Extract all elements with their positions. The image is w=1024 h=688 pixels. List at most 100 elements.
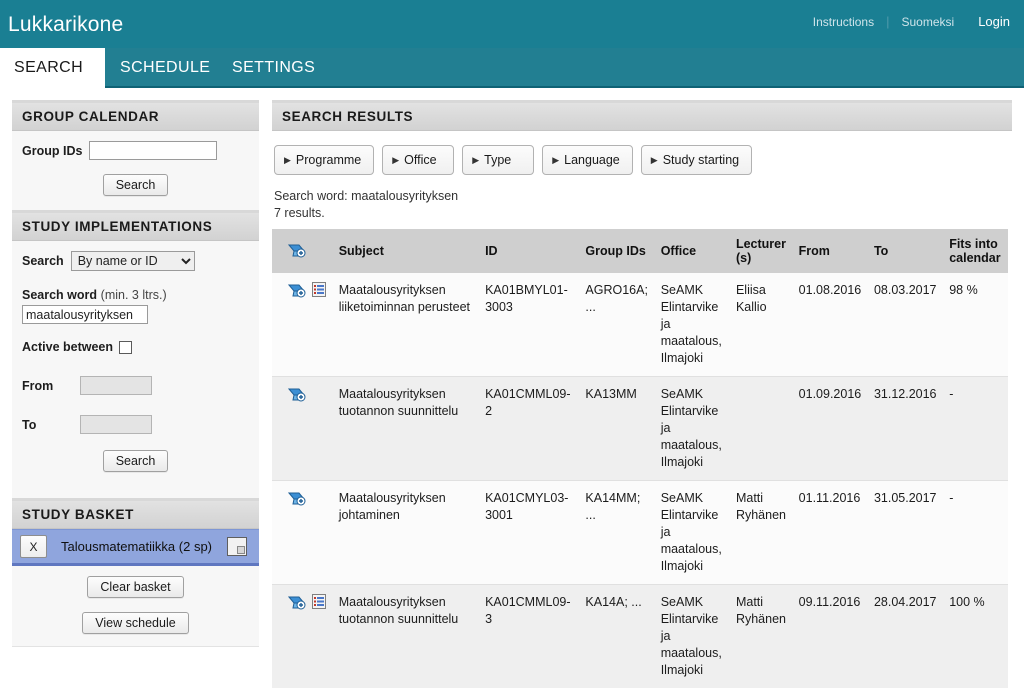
basket-item-label: Talousmatematiikka (2 sp)	[47, 539, 227, 554]
instructions-link[interactable]: Instructions	[801, 14, 886, 30]
table-row[interactable]: Maatalousyrityksen johtaminen KA01CMYL03…	[272, 481, 1008, 585]
cell-to: 31.12.2016	[870, 377, 945, 481]
row-details-cell[interactable]	[308, 273, 335, 377]
cell-group-ids: KA14A; ...	[581, 585, 656, 688]
study-implementations-search-button[interactable]: Search	[103, 450, 169, 472]
study-implementations-panel: Search By name or ID Search word (min. 3…	[12, 241, 259, 498]
row-add-cell[interactable]	[272, 585, 308, 688]
column-header-lecturer[interactable]: Lecturer (s)	[732, 229, 795, 273]
from-date-input[interactable]	[80, 376, 152, 395]
cell-to: 31.05.2017	[870, 481, 945, 585]
cell-office: SeAMK Elintarvike ja maatalous, Ilmajoki	[657, 273, 732, 377]
column-header-group-ids[interactable]: Group IDs	[581, 229, 656, 273]
row-details-cell[interactable]	[308, 585, 335, 688]
cell-office: SeAMK Elintarvike ja maatalous, Ilmajoki	[657, 585, 732, 688]
chevron-right-icon: ▶	[472, 156, 479, 165]
search-word-label: Search word	[22, 288, 97, 302]
tab-settings[interactable]: SETTINGS	[222, 48, 325, 88]
add-to-basket-icon[interactable]	[288, 594, 306, 610]
cell-subject: Maatalousyrityksen liiketoiminnan perust…	[335, 273, 481, 377]
column-header-office[interactable]: Office	[657, 229, 732, 273]
search-mode-select[interactable]: By name or ID	[71, 251, 195, 271]
filter-office-button[interactable]: ▶ Office	[382, 145, 454, 175]
cell-subject: Maatalousyrityksen johtaminen	[335, 481, 481, 585]
filter-language-button[interactable]: ▶ Language	[542, 145, 633, 175]
cell-lecturer	[732, 377, 795, 481]
cell-id: KA01CMML09-2	[481, 377, 581, 481]
cell-lecturer: Eliisa Kallio	[732, 273, 795, 377]
cell-from: 01.11.2016	[795, 481, 870, 585]
table-row[interactable]: Maatalousyrityksen liiketoiminnan perust…	[272, 273, 1008, 377]
row-add-cell[interactable]	[272, 377, 308, 481]
cell-from: 09.11.2016	[795, 585, 870, 688]
cell-group-ids: KA13MM	[581, 377, 656, 481]
filter-language-label: Language	[564, 153, 620, 167]
active-between-checkbox[interactable]	[119, 341, 132, 354]
cell-to: 08.03.2017	[870, 273, 945, 377]
login-link[interactable]: Login	[966, 14, 1018, 30]
add-to-basket-icon[interactable]	[288, 386, 306, 402]
row-details-cell	[308, 481, 335, 585]
cell-fits: 100 %	[945, 585, 1008, 688]
cell-id: KA01CMML09-3	[481, 585, 581, 688]
row-add-cell[interactable]	[272, 481, 308, 585]
to-date-input[interactable]	[80, 415, 152, 434]
chevron-right-icon: ▶	[392, 156, 399, 165]
search-word-input[interactable]	[22, 305, 148, 324]
active-between-label: Active between	[22, 340, 113, 354]
filter-office-label: Office	[404, 153, 436, 167]
column-header-id[interactable]: ID	[481, 229, 581, 273]
group-calendar-search-button[interactable]: Search	[103, 174, 169, 196]
column-header-from[interactable]: From	[795, 229, 870, 273]
filter-programme-button[interactable]: ▶ Programme	[274, 145, 374, 175]
filter-study-starting-button[interactable]: ▶ Study starting	[641, 145, 752, 175]
group-ids-label: Group IDs	[22, 144, 82, 158]
column-header-subject[interactable]: Subject	[335, 229, 481, 273]
search-results-panel: SEARCH RESULTS ▶ Programme ▶ Office ▶ Ty…	[272, 100, 1012, 688]
tab-search[interactable]: SEARCH	[0, 48, 105, 88]
search-results-body: ▶ Programme ▶ Office ▶ Type ▶ Language ▶	[272, 131, 1012, 688]
study-basket-title: STUDY BASKET	[12, 501, 259, 529]
clear-basket-button[interactable]: Clear basket	[87, 576, 183, 598]
from-label: From	[22, 379, 80, 393]
basket-item-color-swatch[interactable]	[227, 537, 247, 556]
row-add-cell[interactable]	[272, 273, 308, 377]
filter-type-button[interactable]: ▶ Type	[462, 145, 534, 175]
search-mode-label: Search	[22, 254, 64, 268]
suomeksi-link[interactable]: Suomeksi	[890, 14, 967, 30]
remove-basket-item-button[interactable]: X	[20, 535, 47, 558]
add-all-to-basket-header[interactable]	[272, 229, 335, 273]
cell-group-ids: KA14MM; ...	[581, 481, 656, 585]
add-to-basket-icon[interactable]	[288, 490, 306, 506]
filter-programme-label: Programme	[296, 153, 361, 167]
cell-to: 28.04.2017	[870, 585, 945, 688]
results-count-line: 7 results.	[274, 206, 1012, 220]
chevron-right-icon: ▶	[552, 156, 559, 165]
sidebar-divider-3	[12, 646, 259, 647]
cell-id: KA01BMYL01-3003	[481, 273, 581, 377]
column-header-to[interactable]: To	[870, 229, 945, 273]
add-to-basket-icon[interactable]	[288, 282, 306, 298]
cell-subject: Maatalousyrityksen tuotannon suunnittelu	[335, 585, 481, 688]
left-sidebar: GROUP CALENDAR Group IDs Search STUDY IM…	[12, 100, 259, 647]
view-schedule-button[interactable]: View schedule	[82, 612, 188, 634]
study-basket-item[interactable]: X Talousmatematiikka (2 sp)	[12, 529, 259, 563]
column-header-fits-into-calendar[interactable]: Fits into calendar	[945, 229, 1008, 273]
app-brand-title: Lukkarikone	[8, 13, 123, 37]
group-ids-input[interactable]	[89, 141, 217, 160]
add-to-basket-icon	[288, 242, 306, 258]
details-list-icon[interactable]	[312, 282, 326, 297]
details-list-icon[interactable]	[312, 594, 326, 609]
table-row[interactable]: Maatalousyrityksen tuotannon suunnittelu…	[272, 585, 1008, 688]
table-row[interactable]: Maatalousyrityksen tuotannon suunnittelu…	[272, 377, 1008, 481]
cell-subject: Maatalousyrityksen tuotannon suunnittelu	[335, 377, 481, 481]
chevron-right-icon: ▶	[651, 156, 658, 165]
search-summary: Search word: maatalousyrityksen 7 result…	[274, 189, 1012, 220]
filter-study-starting-label: Study starting	[663, 153, 739, 167]
tab-schedule[interactable]: SCHEDULE	[110, 48, 220, 88]
cell-fits: -	[945, 481, 1008, 585]
group-calendar-panel: Group IDs Search	[12, 131, 259, 210]
main-tab-strip: SEARCH SCHEDULE SETTINGS	[0, 48, 1024, 88]
row-details-cell	[308, 377, 335, 481]
cell-fits: 98 %	[945, 273, 1008, 377]
